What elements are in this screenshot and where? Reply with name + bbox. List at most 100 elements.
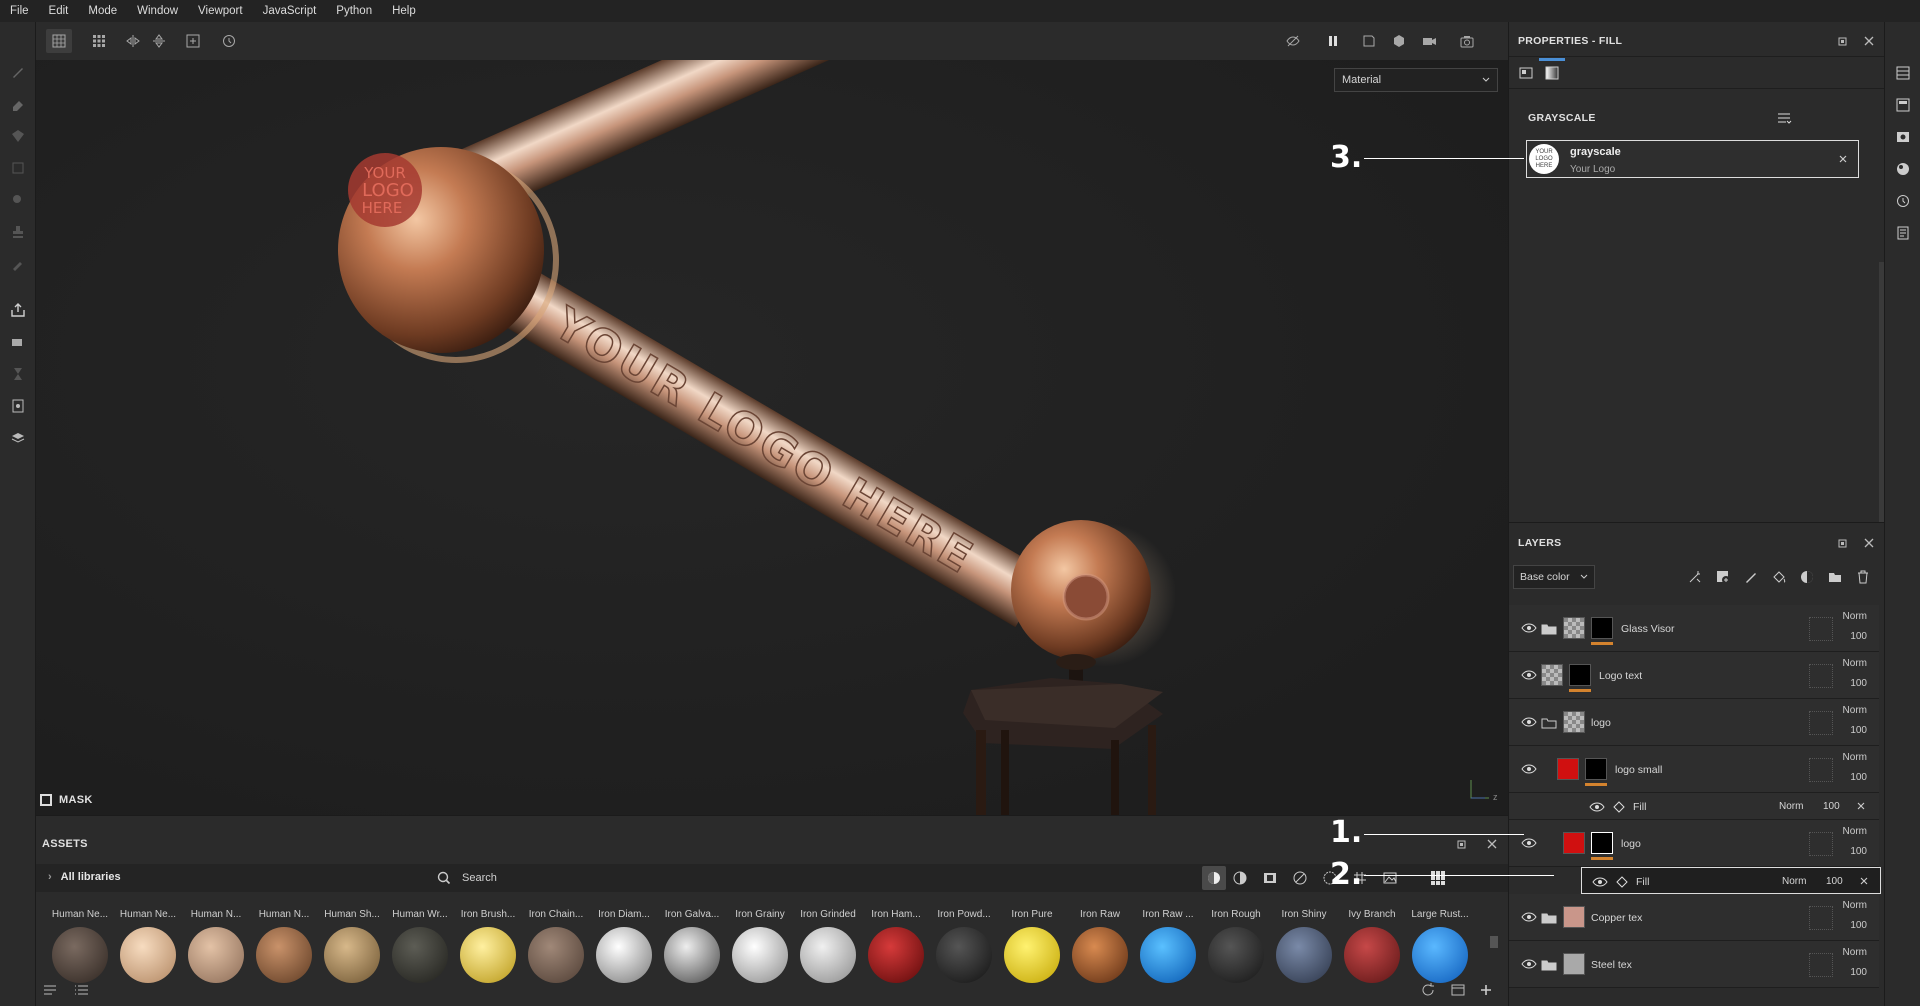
- layer-opacity[interactable]: 100: [1850, 846, 1867, 857]
- layer-thumbnail[interactable]: [1541, 664, 1563, 686]
- layer-mask-slot[interactable]: [1809, 906, 1833, 930]
- remove-effect-icon[interactable]: [1858, 875, 1870, 887]
- layer-opacity[interactable]: 100: [1850, 631, 1867, 642]
- layer-name[interactable]: logo small: [1615, 764, 1662, 776]
- history-button[interactable]: [216, 29, 242, 53]
- filter-masks-button[interactable]: [1262, 870, 1278, 889]
- texture-set-panel-toggle[interactable]: [1894, 96, 1912, 114]
- folder-icon[interactable]: [1541, 910, 1557, 926]
- asset-thumbnail[interactable]: [664, 927, 720, 983]
- refresh-button[interactable]: [1420, 982, 1436, 1001]
- add-fill-layer-button[interactable]: [1771, 569, 1787, 588]
- visibility-eye-icon[interactable]: [1592, 874, 1608, 890]
- visibility-eye-icon[interactable]: [1589, 799, 1605, 815]
- add-effect-button[interactable]: [1687, 569, 1703, 588]
- asset-thumbnail[interactable]: [596, 927, 652, 983]
- clear-resource-button[interactable]: [1835, 151, 1851, 170]
- delete-layer-button[interactable]: [1855, 569, 1871, 588]
- layer-opacity[interactable]: 100: [1850, 920, 1867, 931]
- screenshot-button[interactable]: [1454, 29, 1480, 53]
- layer-thumbnail[interactable]: [1557, 758, 1579, 780]
- layer-thumbnail[interactable]: [1563, 906, 1585, 928]
- layer-name[interactable]: Steel tex: [1591, 959, 1632, 971]
- visibility-eye-icon[interactable]: [1521, 835, 1537, 851]
- grayscale-resource-slot[interactable]: YOUR LOGO HERE grayscale Your Logo: [1526, 140, 1859, 178]
- layer-row[interactable]: Logo text Norm 100: [1509, 652, 1879, 699]
- effect-opacity[interactable]: 100: [1823, 801, 1840, 812]
- layer-blend-mode[interactable]: Norm: [1843, 658, 1867, 669]
- filter-materials-button[interactable]: [1202, 866, 1226, 890]
- view-3d-button[interactable]: [1386, 29, 1412, 53]
- log-panel-toggle[interactable]: [1894, 224, 1912, 242]
- fill-effect-row[interactable]: Fill Norm 100: [1509, 793, 1879, 820]
- polygon-fill-tool[interactable]: [8, 158, 28, 178]
- mask-checkbox[interactable]: [40, 794, 52, 806]
- filter-generators-button[interactable]: [1292, 870, 1308, 889]
- layer-blend-mode[interactable]: Norm: [1843, 826, 1867, 837]
- paint-tool[interactable]: [8, 62, 28, 82]
- layer-name[interactable]: Logo text: [1599, 670, 1642, 682]
- smudge-tool[interactable]: [8, 190, 28, 210]
- projection-tool[interactable]: [8, 126, 28, 146]
- grid-view-button[interactable]: [1430, 870, 1446, 889]
- assets-popout-button[interactable]: [1454, 836, 1470, 855]
- visibility-eye-icon[interactable]: [1521, 620, 1537, 636]
- asset-thumbnail[interactable]: [936, 927, 992, 983]
- layers-popout-button[interactable]: [1835, 535, 1851, 554]
- layer-thumbnail[interactable]: [1563, 711, 1585, 733]
- effect-blend-mode[interactable]: Norm: [1779, 801, 1803, 812]
- hide-ui-button[interactable]: [1280, 29, 1306, 53]
- layer-mask-slot[interactable]: [1809, 953, 1833, 977]
- view-2d-button[interactable]: [1356, 29, 1382, 53]
- layer-opacity[interactable]: 100: [1850, 678, 1867, 689]
- menu-viewport[interactable]: Viewport: [198, 5, 243, 17]
- layer-mask-slot[interactable]: [1809, 832, 1833, 856]
- layer-blend-mode[interactable]: Norm: [1843, 947, 1867, 958]
- properties-popout-button[interactable]: [1835, 33, 1851, 52]
- menu-javascript[interactable]: JavaScript: [263, 5, 317, 17]
- layer-name[interactable]: logo: [1621, 838, 1641, 850]
- layer-mask-thumbnail[interactable]: [1591, 617, 1613, 639]
- section-options-button[interactable]: [1776, 110, 1792, 129]
- mirror-y-button[interactable]: [146, 29, 172, 53]
- export-tool[interactable]: [8, 300, 28, 320]
- layers-panel-toggle[interactable]: [1894, 64, 1912, 82]
- asset-thumbnail[interactable]: [1344, 927, 1400, 983]
- grid-snap-button[interactable]: [46, 29, 72, 53]
- shader-settings-toggle[interactable]: [1894, 160, 1912, 178]
- menu-window[interactable]: Window: [137, 5, 178, 17]
- layer-row[interactable]: logo Norm 100: [1509, 820, 1879, 867]
- assets-scrollbar[interactable]: [1490, 936, 1498, 948]
- layer-mask-thumbnail[interactable]: [1569, 664, 1591, 686]
- history-panel-toggle[interactable]: [1894, 192, 1912, 210]
- menu-python[interactable]: Python: [336, 5, 372, 17]
- visibility-eye-icon[interactable]: [1521, 956, 1537, 972]
- add-smart-material-button[interactable]: [1799, 569, 1815, 588]
- layer-row[interactable]: logo Norm 100: [1509, 699, 1879, 746]
- asset-thumbnail[interactable]: [1140, 927, 1196, 983]
- picker-tool[interactable]: [8, 254, 28, 274]
- texture-set-tool[interactable]: [8, 428, 28, 448]
- layer-mask-thumbnail[interactable]: [1591, 832, 1613, 854]
- asset-thumbnail[interactable]: [868, 927, 924, 983]
- effect-opacity[interactable]: 100: [1826, 876, 1843, 887]
- layer-mask-slot[interactable]: [1809, 664, 1833, 688]
- layer-row[interactable]: Steel tex Norm 100: [1509, 941, 1879, 988]
- add-asset-button[interactable]: [1478, 982, 1494, 1001]
- library-selector[interactable]: › All libraries: [48, 871, 121, 883]
- camera-button[interactable]: [1416, 29, 1442, 53]
- layer-mask-slot[interactable]: [1809, 617, 1833, 641]
- layer-name[interactable]: logo: [1591, 717, 1611, 729]
- mirror-x-button[interactable]: [120, 29, 146, 53]
- folder-icon[interactable]: [1541, 621, 1557, 637]
- asset-thumbnail[interactable]: [188, 927, 244, 983]
- add-button[interactable]: [180, 29, 206, 53]
- filter-environments-button[interactable]: [1382, 870, 1398, 889]
- assets-settings-button[interactable]: [42, 982, 58, 1001]
- asset-thumbnail[interactable]: [120, 927, 176, 983]
- asset-thumbnail[interactable]: [324, 927, 380, 983]
- layer-mask-slot[interactable]: [1809, 711, 1833, 735]
- bake-tool[interactable]: [8, 332, 28, 352]
- asset-thumbnail[interactable]: [1208, 927, 1264, 983]
- add-folder-button[interactable]: [1827, 569, 1843, 588]
